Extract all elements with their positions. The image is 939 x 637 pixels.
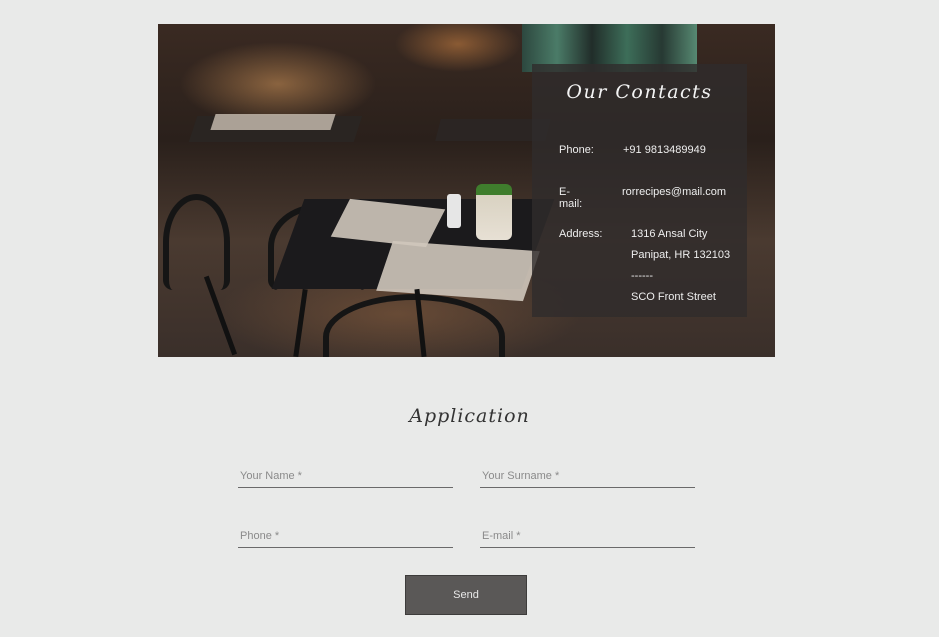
email-label: E-mail: xyxy=(559,186,583,210)
hero-chair-shape xyxy=(163,194,230,290)
contacts-panel: Our Contacts Phone: +91 9813489949 E-mai… xyxy=(532,64,747,317)
address-line: ------ xyxy=(631,270,653,282)
name-input[interactable] xyxy=(238,464,453,488)
phone-value: +91 9813489949 xyxy=(623,144,706,156)
email-input[interactable] xyxy=(480,524,695,548)
phone-input[interactable] xyxy=(238,524,453,548)
send-button[interactable]: Send xyxy=(405,575,527,615)
hero-menu-shape xyxy=(376,240,540,302)
phone-label: Phone: xyxy=(559,144,594,156)
address-line: SCO Front Street xyxy=(631,291,716,303)
email-value: rorrecipes@mail.com xyxy=(622,186,727,198)
hero-menu-shape xyxy=(210,114,336,130)
address-label: Address: xyxy=(559,228,603,240)
address-line: 1316 Ansal City xyxy=(631,228,708,240)
address-line: Panipat, HR 132103 xyxy=(631,249,731,261)
hero-chair-shape xyxy=(323,294,505,357)
contacts-title: Our Contacts xyxy=(566,81,713,103)
address-value: 1316 Ansal City Panipat, HR 132103 -----… xyxy=(631,224,730,308)
hero-chair-leg xyxy=(293,288,308,357)
surname-input[interactable] xyxy=(480,464,695,488)
hero-cup-shape xyxy=(447,194,461,228)
application-title: Application xyxy=(409,405,530,427)
hero-plant-shape xyxy=(476,184,512,240)
